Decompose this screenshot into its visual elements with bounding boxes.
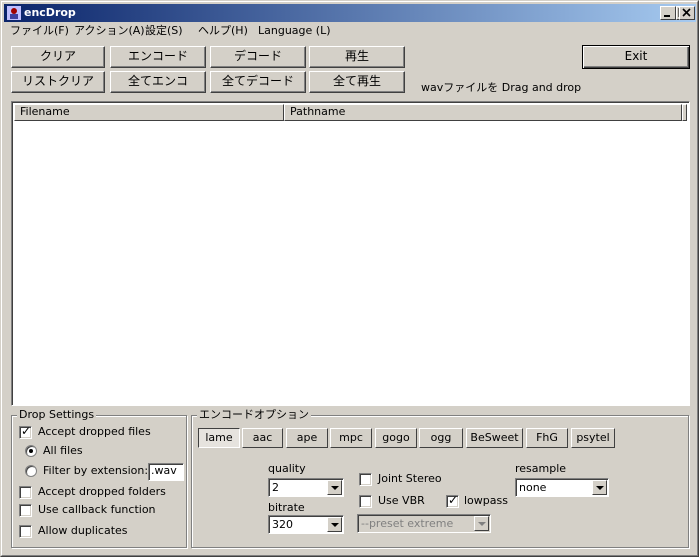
encoder-ape-button[interactable]: ape xyxy=(286,428,328,448)
column-header-filler xyxy=(682,104,687,121)
lowpass-checkbox[interactable]: ✓ xyxy=(446,493,459,508)
column-header-filename[interactable]: Filename xyxy=(14,104,284,121)
allow-duplicates-checkbox[interactable] xyxy=(19,525,32,538)
encoder-ogg-button[interactable]: ogg xyxy=(419,428,463,448)
joint-stereo-checkbox[interactable] xyxy=(359,473,372,486)
extension-input[interactable]: .wav xyxy=(148,463,184,481)
file-list[interactable]: Filename Pathname xyxy=(11,101,690,406)
filter-by-extension-radio[interactable] xyxy=(25,465,37,477)
all-files-radio[interactable] xyxy=(25,445,37,457)
bitrate-select[interactable]: 320 xyxy=(268,515,344,534)
resample-select[interactable]: none xyxy=(515,478,609,497)
encoder-lame-button[interactable]: lame xyxy=(198,428,240,448)
encode-options-title: エンコードオプション xyxy=(197,408,311,422)
drag-drop-hint: wavファイルを Drag and drop xyxy=(421,81,582,94)
decode-all-button[interactable]: 全てデコード xyxy=(210,71,306,93)
menu-action[interactable]: アクション(A) xyxy=(74,24,145,38)
list-clear-button[interactable]: リストクリア xyxy=(11,71,105,93)
drop-settings-title: Drop Settings xyxy=(17,408,97,422)
use-vbr-checkbox[interactable] xyxy=(359,495,372,508)
window-title: encDrop xyxy=(24,6,76,19)
column-header-pathname[interactable]: Pathname xyxy=(284,104,682,121)
main-window: encDrop ファイル(F) アクション(A) 設定(S) ヘルプ(H) La… xyxy=(0,0,699,557)
encoder-besweet-button[interactable]: BeSweet xyxy=(466,428,523,448)
chevron-down-icon xyxy=(474,516,489,531)
decode-button[interactable]: デコード xyxy=(210,46,306,68)
quality-label: quality xyxy=(268,462,306,475)
use-callback-checkbox[interactable] xyxy=(19,504,32,517)
encoder-psytel-button[interactable]: psytel xyxy=(571,428,615,448)
encoder-mpc-button[interactable]: mpc xyxy=(330,428,372,448)
encode-button[interactable]: エンコード xyxy=(110,46,206,68)
encode-all-button[interactable]: 全てエンコ xyxy=(110,71,206,93)
preset-select: --preset extreme xyxy=(357,514,491,533)
quality-select[interactable]: 2 xyxy=(268,478,344,497)
use-vbr-label[interactable]: Use VBR xyxy=(378,494,425,508)
menu-language[interactable]: Language (L) xyxy=(258,24,331,38)
chevron-down-icon[interactable] xyxy=(327,480,342,495)
checkmark-icon: ✓ xyxy=(21,424,32,438)
allow-duplicates-label[interactable]: Allow duplicates xyxy=(38,524,128,538)
menu-help[interactable]: ヘルプ(H) xyxy=(198,24,248,38)
lowpass-label[interactable]: lowpass xyxy=(464,494,508,508)
accept-dropped-folders-checkbox[interactable] xyxy=(19,486,32,499)
exit-button[interactable]: Exit xyxy=(582,45,690,69)
resample-label: resample xyxy=(515,462,567,475)
encoder-fhg-button[interactable]: FhG xyxy=(526,428,568,448)
use-callback-label[interactable]: Use callback function xyxy=(38,503,156,517)
close-button[interactable] xyxy=(679,6,695,20)
bitrate-label: bitrate xyxy=(268,501,305,514)
app-icon xyxy=(7,6,21,20)
play-all-button[interactable]: 全て再生 xyxy=(309,71,405,93)
close-icon xyxy=(682,8,691,17)
chevron-down-icon[interactable] xyxy=(327,517,342,532)
accept-dropped-files-label[interactable]: Accept dropped files xyxy=(38,425,151,439)
filter-by-extension-label[interactable]: Filter by extension: xyxy=(43,464,148,478)
menu-settings[interactable]: 設定(S) xyxy=(145,24,183,38)
all-files-label[interactable]: All files xyxy=(43,444,83,458)
menu-file[interactable]: ファイル(F) xyxy=(10,24,69,38)
encoder-gogo-button[interactable]: gogo xyxy=(375,428,417,448)
clear-button[interactable]: クリア xyxy=(11,46,105,68)
joint-stereo-label[interactable]: Joint Stereo xyxy=(378,472,442,486)
minimize-icon xyxy=(664,15,670,17)
play-button[interactable]: 再生 xyxy=(309,46,405,68)
checkmark-icon: ✓ xyxy=(448,493,459,507)
chevron-down-icon[interactable] xyxy=(592,480,607,495)
encoder-aac-button[interactable]: aac xyxy=(242,428,283,448)
title-bar[interactable]: encDrop xyxy=(4,4,696,22)
accept-dropped-files-checkbox[interactable]: ✓ xyxy=(19,424,32,439)
minimize-button[interactable] xyxy=(660,6,676,20)
menu-bar: ファイル(F) アクション(A) 設定(S) ヘルプ(H) Language (… xyxy=(4,22,696,41)
accept-dropped-folders-label[interactable]: Accept dropped folders xyxy=(38,485,166,499)
